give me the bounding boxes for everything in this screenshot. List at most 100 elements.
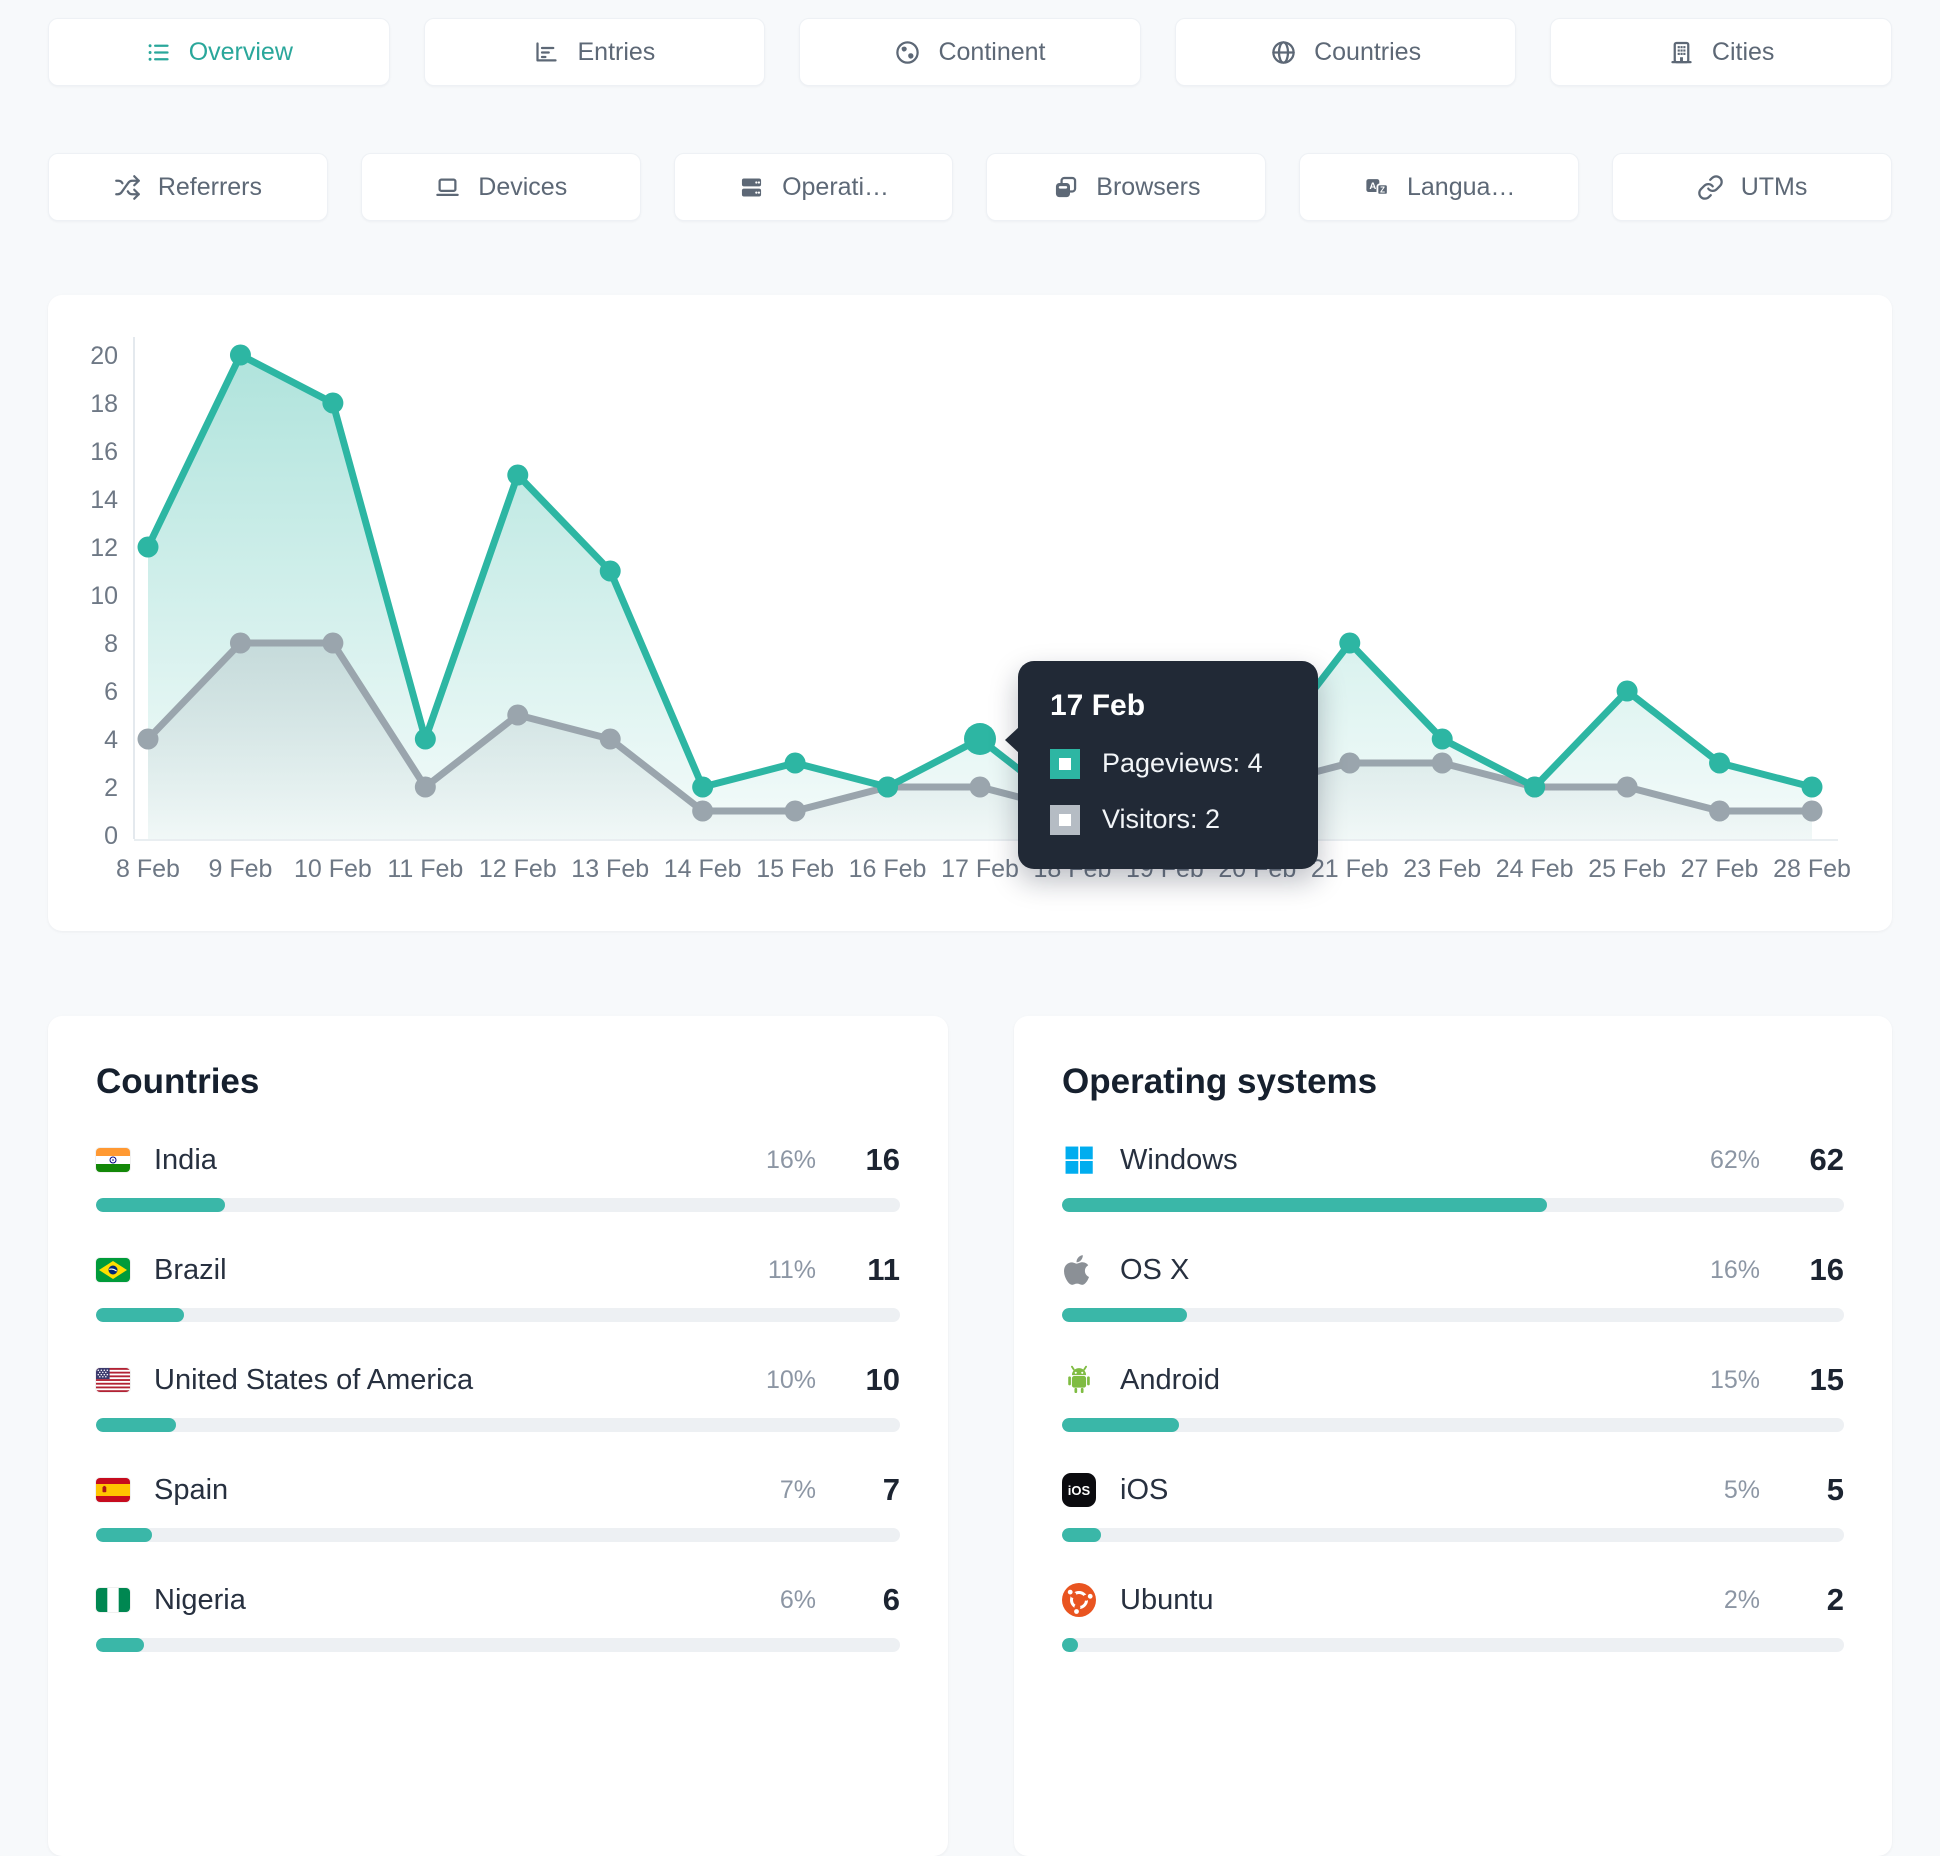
chart-dot-pageviews[interactable] xyxy=(414,728,436,750)
chart-dot-visitors[interactable] xyxy=(322,632,344,654)
row-label: Spain xyxy=(154,1473,229,1506)
y-tick-label: 6 xyxy=(104,678,118,706)
chart-dot-pageviews[interactable] xyxy=(322,392,344,414)
chart-dot-pageviews[interactable] xyxy=(599,560,621,582)
row-percent: 62% xyxy=(1709,1145,1760,1174)
tab-referrers[interactable]: Referrers xyxy=(48,153,328,221)
tab-utms[interactable]: UTMs xyxy=(1612,153,1892,221)
row-head: iOS iOS 5% 5 xyxy=(1062,1472,1844,1508)
row-value: 7 xyxy=(882,1472,900,1507)
chart-dot-pageviews[interactable] xyxy=(507,464,529,486)
chart-dot-visitors[interactable] xyxy=(969,776,991,798)
chart-dot-visitors[interactable] xyxy=(784,800,806,822)
row-head: Spain 7% 7 xyxy=(96,1472,900,1508)
tab-browsers[interactable]: Browsers xyxy=(986,153,1267,221)
tab-languages[interactable]: A Z Langua… xyxy=(1299,153,1580,221)
tab-cities[interactable]: Cities xyxy=(1550,18,1892,86)
visitors-swatch-icon xyxy=(1050,804,1080,835)
chart-dot-pageviews[interactable] xyxy=(784,752,806,774)
tooltip-row-pageviews: Pageviews: 4 xyxy=(1050,748,1286,779)
chart-dot-visitors[interactable] xyxy=(414,776,436,798)
x-tick-label: 10 Feb xyxy=(294,855,372,883)
chart-dot-visitors[interactable] xyxy=(1431,752,1453,774)
chart-dot-pageviews[interactable] xyxy=(229,344,251,366)
chart-dot-pageviews[interactable] xyxy=(1616,680,1638,702)
row-percent: 5% xyxy=(1723,1475,1760,1504)
row-value: 2 xyxy=(1826,1582,1844,1617)
x-tick-label: 25 Feb xyxy=(1588,855,1666,883)
tab-label: Referrers xyxy=(157,172,262,201)
chart-dot-pageviews[interactable] xyxy=(964,723,996,755)
x-tick-label: 11 Feb xyxy=(387,855,463,883)
chart-dot-visitors[interactable] xyxy=(1801,800,1823,822)
tab-entries[interactable]: Entries xyxy=(423,18,766,86)
progress-bar-track xyxy=(96,1308,900,1322)
tab-label: Entries xyxy=(577,37,656,66)
tooltip-row-visitors: Visitors: 2 xyxy=(1050,804,1286,835)
tab-label: Operati… xyxy=(782,172,890,201)
x-tick-label: 12 Feb xyxy=(479,855,557,883)
united-states-of-america-flag-icon xyxy=(96,1368,130,1392)
progress-bar-fill xyxy=(1062,1638,1078,1652)
language-icon: AZ xyxy=(1363,174,1390,201)
row-percent: 7% xyxy=(779,1475,816,1504)
chart-dot-pageviews[interactable] xyxy=(1709,752,1731,774)
country-row-united-states-of-america: United States of America 10% 10 xyxy=(96,1362,900,1432)
chart-dot-visitors[interactable] xyxy=(1709,800,1731,822)
row-percent: 2% xyxy=(1723,1585,1760,1614)
chart-dot-visitors[interactable] xyxy=(692,800,714,822)
chart-dot-pageviews[interactable] xyxy=(692,776,714,798)
y-tick-label: 16 xyxy=(90,438,118,466)
row-value: 16 xyxy=(1809,1252,1844,1287)
line-chart[interactable]: 0 2 4 6 8 10 12 14 16 18 20 8 Feb 9 Feb 10 Feb 11 Feb 1… xyxy=(48,295,1892,931)
tab-continent[interactable]: Continent xyxy=(799,18,1141,86)
chart-tooltip: 17 Feb Pageviews: 4 Visitors: 2 xyxy=(1005,661,1318,869)
y-tick-label: 0 xyxy=(104,822,118,850)
link-icon xyxy=(1697,174,1724,201)
x-tick-label: 28 Feb xyxy=(1773,855,1851,883)
country-row-spain: Spain 7% 7 xyxy=(96,1472,900,1542)
tab-countries[interactable]: Countries xyxy=(1174,18,1517,86)
spain-flag-icon xyxy=(96,1478,130,1502)
chart-dot-visitors[interactable] xyxy=(1616,776,1638,798)
secondary-tabs: Referrers Devices Operati… Browsers A Z Langua… xyxy=(48,153,1892,221)
chart-dot-pageviews[interactable] xyxy=(1801,776,1823,798)
traffic-chart-card: 0 2 4 6 8 10 12 14 16 18 20 8 Feb 9 Feb 10 Feb 11 Feb 1… xyxy=(48,295,1892,931)
y-tick-label: 14 xyxy=(90,486,118,514)
svg-text:A: A xyxy=(1369,180,1376,191)
progress-bar-track xyxy=(1062,1528,1844,1542)
progress-bar-fill xyxy=(96,1308,185,1322)
row-head: Android 15% 15 xyxy=(1062,1362,1844,1398)
x-tick-label: 24 Feb xyxy=(1496,855,1574,883)
tab-label: Overview xyxy=(188,37,293,66)
chart-dot-pageviews[interactable] xyxy=(1431,728,1453,750)
chart-dot-visitors[interactable] xyxy=(229,632,251,654)
globe-icon xyxy=(1270,39,1297,66)
india-flag-icon xyxy=(96,1148,130,1172)
chart-dot-pageviews[interactable] xyxy=(1339,632,1361,654)
progress-bar-fill xyxy=(1062,1528,1102,1542)
chart-dot-visitors[interactable] xyxy=(507,704,529,726)
row-value: 10 xyxy=(865,1362,900,1397)
chart-dot-visitors[interactable] xyxy=(1339,752,1361,774)
row-percent: 6% xyxy=(779,1585,816,1614)
tab-operating-systems[interactable]: Operati… xyxy=(673,153,954,221)
tab-overview[interactable]: Overview xyxy=(48,18,390,86)
chart-dot-visitors[interactable] xyxy=(599,728,621,750)
chart-dot-pageviews[interactable] xyxy=(137,536,159,558)
y-tick-label: 4 xyxy=(104,726,118,754)
tooltip-visitors-text: Visitors: 2 xyxy=(1102,804,1221,834)
brazil-flag-icon xyxy=(96,1258,130,1282)
tab-label: Langua… xyxy=(1407,172,1516,201)
tab-label: Browsers xyxy=(1096,172,1201,201)
progress-bar-fill xyxy=(96,1418,177,1432)
y-tick-label: 2 xyxy=(104,774,118,802)
chart-dot-pageviews[interactable] xyxy=(1524,776,1546,798)
tab-devices[interactable]: Devices xyxy=(360,153,641,221)
x-tick-label: 21 Feb xyxy=(1311,855,1389,883)
chart-dot-visitors[interactable] xyxy=(137,728,159,750)
row-label: Brazil xyxy=(154,1253,227,1286)
row-head: United States of America 10% 10 xyxy=(96,1362,900,1398)
row-percent: 11% xyxy=(767,1255,816,1284)
chart-dot-pageviews[interactable] xyxy=(877,776,899,798)
